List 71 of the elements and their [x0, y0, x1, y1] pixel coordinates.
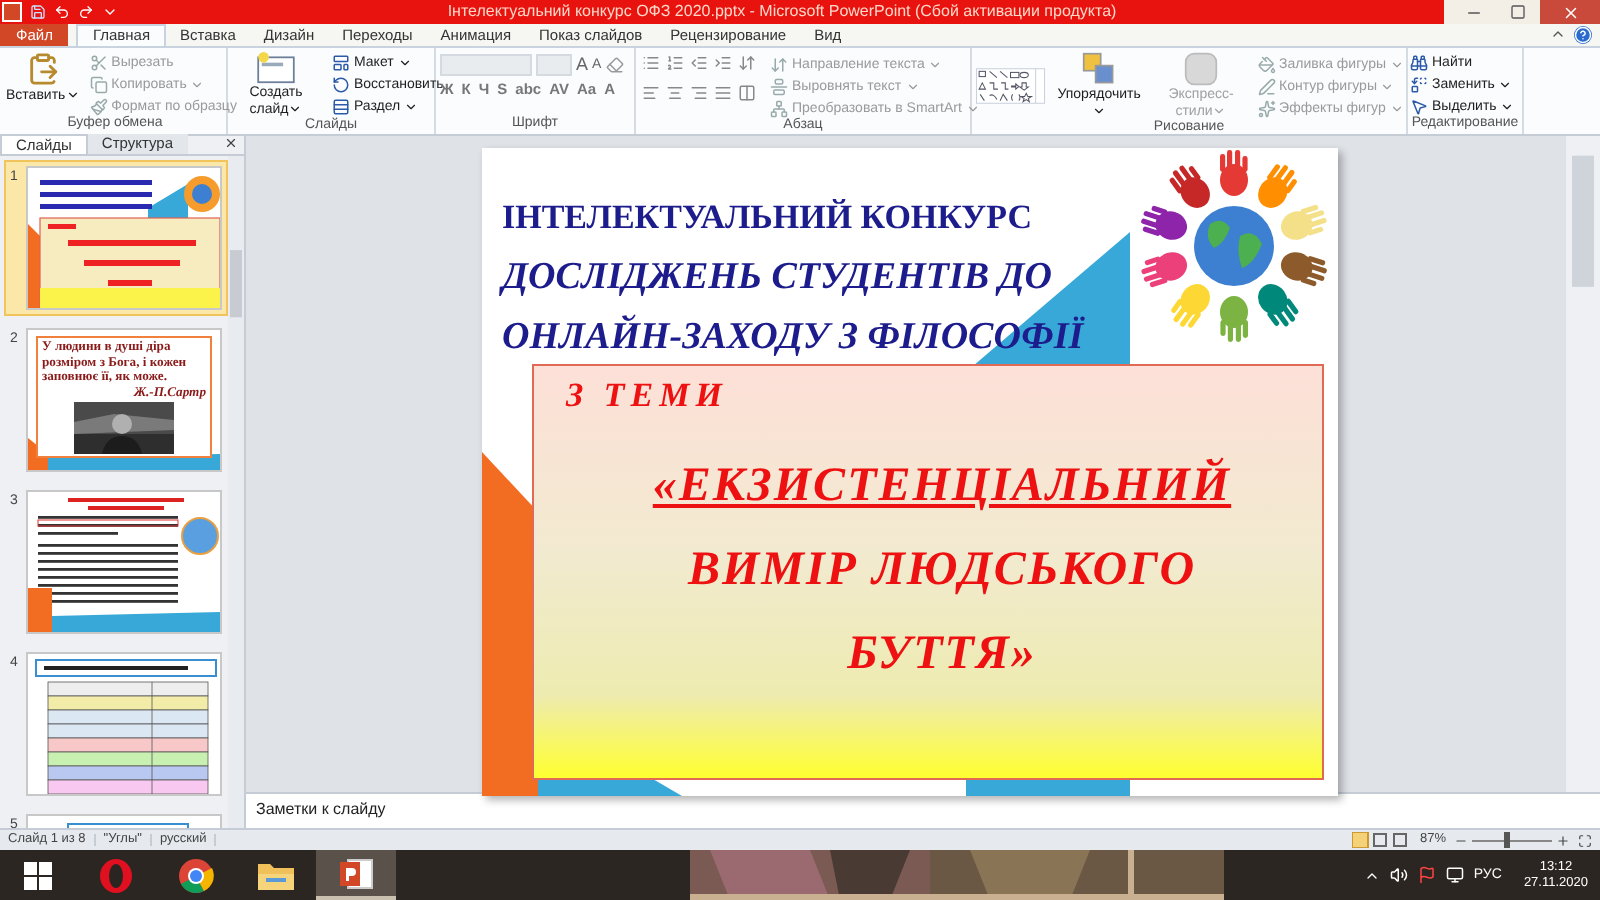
- topic-title-line: БУТТЯ»: [847, 625, 1037, 681]
- align-center-icon[interactable]: [666, 84, 684, 102]
- copy-icon: [89, 75, 108, 93]
- brush-icon: [89, 97, 108, 115]
- scrollbar[interactable]: [228, 156, 244, 828]
- close-icon: [1561, 3, 1579, 21]
- caret-icon: [1092, 104, 1107, 118]
- align-left-icon[interactable]: [642, 84, 660, 102]
- scrollbar[interactable]: [1566, 136, 1600, 792]
- bullets-icon[interactable]: [642, 54, 660, 72]
- pen-icon: [1257, 77, 1276, 95]
- clipboard-icon: [25, 52, 60, 86]
- arrange-icon: [1082, 52, 1117, 86]
- eraser-icon[interactable]: [605, 56, 624, 74]
- align-right-icon[interactable]: [690, 84, 708, 102]
- close-icon[interactable]: [224, 136, 238, 150]
- window-title: Інтелектуальний конкурс ОФЗ 2020.pptx - Microsoft PowerPoint (Сбой активации продукта): [445, 4, 1119, 20]
- caret-icon: [288, 102, 303, 116]
- folder-icon: [256, 859, 296, 891]
- save-icon[interactable]: [30, 4, 46, 20]
- pointer-icon: [1410, 97, 1428, 115]
- customize-icon[interactable]: [102, 4, 118, 20]
- presentation-app-icon: [338, 855, 374, 891]
- ring-icon: [98, 857, 134, 893]
- columns-icon[interactable]: [738, 84, 756, 102]
- sparkles-icon: [1257, 99, 1276, 117]
- numbering-icon[interactable]: [666, 54, 684, 72]
- topic-heading: З ТЕМИ: [563, 374, 730, 418]
- browser-icon: [178, 857, 214, 893]
- undo-icon: [332, 75, 350, 93]
- rows-icon: [332, 97, 350, 115]
- network-icon[interactable]: [1445, 866, 1464, 884]
- redo-icon[interactable]: [78, 4, 94, 20]
- binoculars-icon: [1410, 53, 1428, 71]
- quick-styles-icon: [1184, 52, 1219, 86]
- app-icon[interactable]: [2, 2, 22, 22]
- align-icon: [770, 77, 788, 95]
- slide-title-line: ІНТЕЛЕКТУАЛЬНИЙ КОНКУРС: [502, 196, 1034, 240]
- fit-icon[interactable]: [1578, 833, 1592, 847]
- grow-font-button[interactable]: A: [576, 56, 589, 74]
- notes-field[interactable]: Заметки к слайду: [246, 792, 1600, 828]
- scissors-icon: [89, 53, 108, 71]
- zoom-in-icon[interactable]: [1556, 833, 1570, 847]
- caret-icon: [65, 88, 80, 102]
- undo-icon[interactable]: [54, 4, 70, 20]
- topic-title-line: ВИМІР ЛЮДСЬКОГО: [687, 541, 1197, 597]
- outdent-icon[interactable]: [690, 54, 708, 72]
- replace-icon: [1410, 75, 1428, 93]
- caret-icon: [404, 99, 419, 113]
- caret-icon: [1212, 104, 1227, 118]
- slide-title-line: ДОСЛІДЖЕНЬ СТУДЕНТІВ ДО: [502, 254, 1054, 302]
- diagram-icon: [770, 99, 788, 117]
- flag-icon[interactable]: [1417, 866, 1436, 884]
- view-buttons-icon[interactable]: [1351, 832, 1412, 848]
- line-spacing-icon[interactable]: [738, 54, 756, 72]
- layout-icon: [332, 53, 350, 71]
- slider-thumb[interactable]: [1503, 832, 1510, 848]
- caret-icon: [190, 77, 205, 91]
- speaker-icon[interactable]: [1389, 866, 1408, 884]
- zoom-slider[interactable]: [1472, 832, 1552, 848]
- collapse-ribbon-icon[interactable]: [1550, 26, 1566, 42]
- caret-icon: [397, 55, 412, 69]
- indent-icon[interactable]: [714, 54, 732, 72]
- justify-icon[interactable]: [714, 84, 732, 102]
- arrows-icon: [770, 55, 788, 73]
- taskbar-button[interactable]: [316, 850, 396, 900]
- caret-icon: [965, 101, 980, 115]
- help-icon[interactable]: [1574, 26, 1592, 44]
- paint-bucket-icon: [1257, 55, 1276, 73]
- topic-title-line: «ЕКЗИСТЕНЦІАЛЬНИЙ: [652, 457, 1232, 513]
- windows-icon[interactable]: [24, 861, 52, 889]
